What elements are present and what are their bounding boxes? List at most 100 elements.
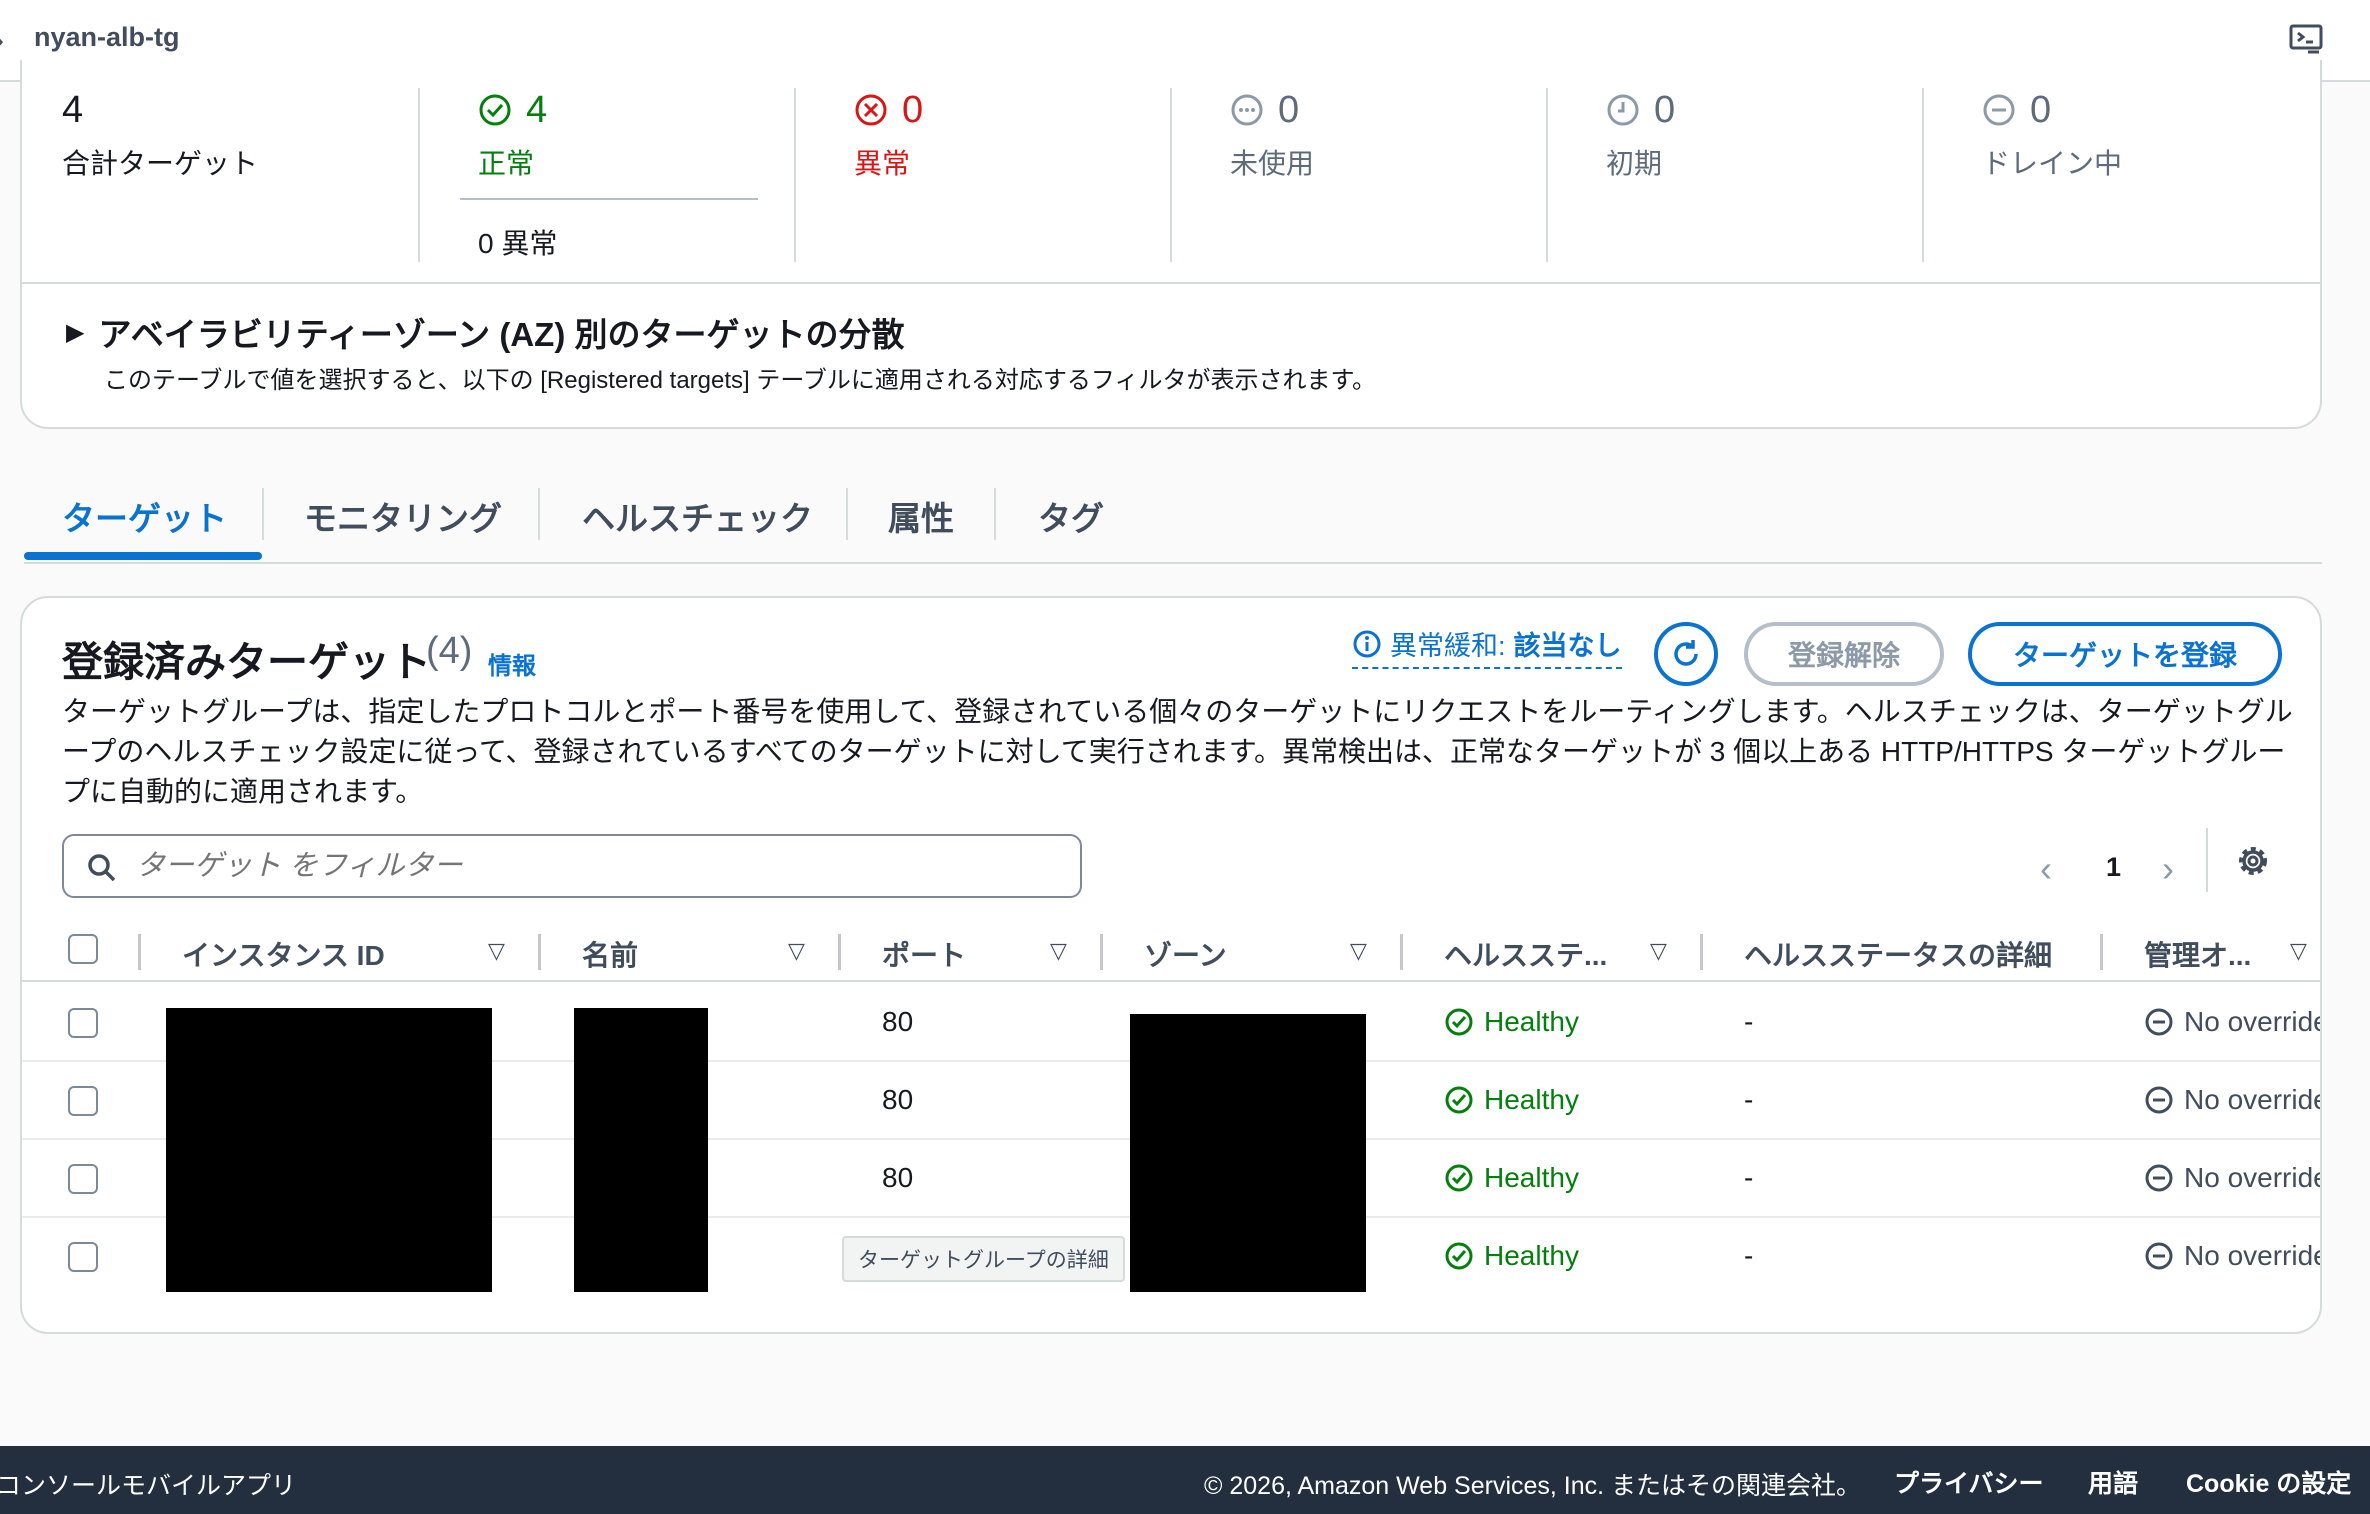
health-details-cell: - <box>1744 1162 1754 1193</box>
select-all-checkbox[interactable] <box>68 934 98 964</box>
sort-icon[interactable]: ▽ <box>788 938 805 964</box>
anomaly-mitigation-link[interactable]: 異常緩和: 該当なし <box>1352 624 1622 669</box>
stat-total-value: 4 <box>62 89 84 131</box>
minus-circle-icon <box>2145 1164 2173 1192</box>
panel-description: ターゲットグループは、指定したプロトコルとポート番号を使用して、登録されている個… <box>62 696 2293 807</box>
info-link[interactable]: 情報 <box>488 646 536 681</box>
stat-healthy[interactable]: 4 正常 <box>478 88 798 182</box>
console-mobile-app-link[interactable]: コンソールモバイルアプリ <box>0 1466 296 1502</box>
anomaly-label: 異常緩和: <box>1390 631 1506 661</box>
sort-icon[interactable]: ▽ <box>1050 938 1067 964</box>
anomaly-value: 該当なし <box>1513 631 1622 661</box>
az-distribution-toggle[interactable]: ▶ アベイラビリティーゾーン (AZ) 別のターゲットの分散 <box>66 308 904 356</box>
refresh-button[interactable] <box>1654 622 1718 686</box>
unused-circle-icon <box>1231 94 1263 126</box>
stat-unused[interactable]: 0 未使用 <box>1230 88 1550 182</box>
tab-attributes[interactable]: 属性 <box>888 492 954 540</box>
column-header-health-details[interactable]: ヘルスステータスの詳細 <box>1744 934 2052 974</box>
divider <box>846 488 848 540</box>
tab-bar: ターゲット モニタリング ヘルスチェック 属性 タグ <box>24 484 2322 564</box>
health-status-cell: Healthy <box>1444 1240 1579 1272</box>
register-targets-button[interactable]: ターゲットを登録 <box>1968 622 2282 686</box>
terms-link[interactable]: 用語 <box>2088 1464 2138 1500</box>
privacy-link[interactable]: プライバシー <box>1894 1464 2044 1500</box>
stat-draining[interactable]: 0 ドレイン中 <box>1982 88 2302 182</box>
page-number[interactable]: 1 <box>2106 852 2121 883</box>
stat-unhealthy-value: 0 <box>902 89 924 131</box>
redacted-zones <box>1130 1014 1366 1292</box>
check-circle-icon <box>479 94 511 126</box>
tab-active-indicator <box>24 552 262 560</box>
divider <box>1700 934 1703 970</box>
minus-circle-icon <box>2145 1242 2173 1270</box>
column-header-instance-id[interactable]: インスタンス ID <box>182 934 385 974</box>
next-page-icon[interactable]: › <box>2162 848 2174 890</box>
stat-healthy-label: 正常 <box>478 148 535 179</box>
divider <box>794 88 796 262</box>
column-header-zone[interactable]: ゾーン <box>1144 934 1227 974</box>
caret-right-icon: ▶ <box>66 318 85 346</box>
target-summary-card: 4 合計ターゲット 4 正常 0 異常 0 異常 0 未使用 0 初期 0 ドレ… <box>20 60 2322 429</box>
check-circle-icon <box>1445 1164 1473 1192</box>
filter-field[interactable] <box>62 834 1082 898</box>
tab-monitoring[interactable]: モニタリング <box>304 492 502 540</box>
row-checkbox[interactable] <box>68 1008 98 1038</box>
admin-override-cell: No override <box>2144 1162 2322 1194</box>
tab-health-checks[interactable]: ヘルスチェック <box>582 492 813 540</box>
divider <box>1170 88 1172 262</box>
admin-override-text: No override <box>2184 1240 2322 1271</box>
row-checkbox[interactable] <box>68 1164 98 1194</box>
tooltip: ターゲットグループの詳細 <box>842 1236 1125 1282</box>
minus-circle-icon <box>2145 1086 2173 1114</box>
error-circle-icon <box>855 94 887 126</box>
health-details-cell: - <box>1744 1006 1754 1037</box>
info-circle-icon <box>1353 630 1381 657</box>
refresh-icon <box>1674 640 1698 666</box>
stat-total: 4 合計ターゲット <box>62 88 382 182</box>
row-checkbox[interactable] <box>68 1086 98 1116</box>
admin-override-cell: No override <box>2144 1006 2320 1038</box>
tab-tags[interactable]: タグ <box>1038 492 1104 540</box>
copyright-text: © 2026, Amazon Web Services, Inc. またはその関… <box>1204 1472 1862 1500</box>
column-header-name[interactable]: 名前 <box>582 934 638 974</box>
clock-icon <box>1607 94 1639 126</box>
chevron-right-icon: › <box>0 24 4 58</box>
port-cell: 80 <box>882 1084 914 1115</box>
sort-icon[interactable]: ▽ <box>1650 938 1667 964</box>
health-status-text: Healthy <box>1484 1006 1579 1037</box>
divider <box>418 88 420 262</box>
az-distribution-description: このテーブルで値を選択すると、以下の [Registered targets] … <box>104 367 1377 394</box>
sort-icon[interactable]: ▽ <box>2290 938 2307 964</box>
health-status-cell: Healthy <box>1444 1162 1579 1194</box>
divider <box>138 934 141 970</box>
health-status-cell: Healthy <box>1444 1006 1579 1038</box>
stat-initial[interactable]: 0 初期 <box>1606 88 1926 182</box>
az-distribution-title: アベイラビリティーゾーン (AZ) 別のターゲットの分散 <box>98 316 905 353</box>
breadcrumb-current: nyan-alb-tg <box>34 22 180 52</box>
previous-page-icon[interactable]: ‹ <box>2040 848 2052 890</box>
target-count: (4) <box>426 630 473 672</box>
column-header-admin-override[interactable]: 管理オ... <box>2144 934 2251 974</box>
stat-unused-value: 0 <box>1278 89 1300 131</box>
tab-targets[interactable]: ターゲット <box>62 492 227 540</box>
search-icon <box>88 854 116 882</box>
row-checkbox[interactable] <box>68 1242 98 1272</box>
sort-icon[interactable]: ▽ <box>488 938 505 964</box>
stat-unhealthy[interactable]: 0 異常 <box>854 88 1174 182</box>
sort-icon[interactable]: ▽ <box>1350 938 1367 964</box>
minus-circle-icon <box>1983 94 2015 126</box>
deregister-button[interactable]: 登録解除 <box>1744 622 1944 686</box>
divider <box>2100 934 2103 970</box>
admin-override-text: No override <box>2184 1084 2322 1115</box>
divider <box>1922 88 1924 262</box>
admin-override-text: No override <box>2184 1162 2322 1193</box>
redacted-instance-ids <box>166 1008 492 1292</box>
filter-input[interactable] <box>134 844 1054 888</box>
gear-icon[interactable] <box>2234 842 2272 880</box>
divider <box>262 488 264 540</box>
column-header-health-status[interactable]: ヘルスステ... <box>1444 934 1607 974</box>
cloudshell-icon[interactable] <box>2288 22 2324 58</box>
cookie-settings-link[interactable]: Cookie の設定 <box>2186 1464 2351 1500</box>
column-header-port[interactable]: ポート <box>882 934 966 974</box>
admin-override-cell: No override <box>2144 1240 2322 1272</box>
